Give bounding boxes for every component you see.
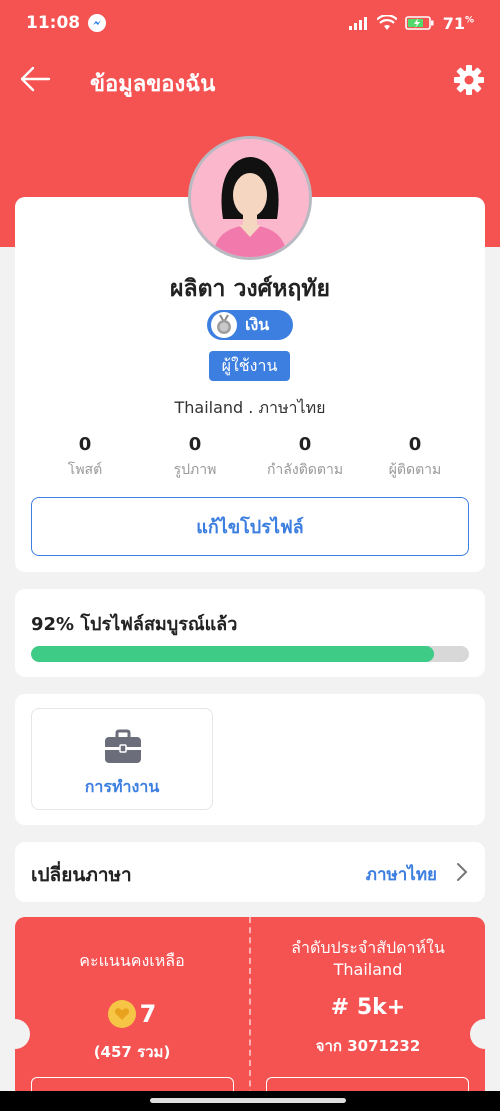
level-badge[interactable]: เงิน	[207, 310, 293, 340]
battery-unit: %	[464, 15, 474, 26]
rank-value: # 5k+	[330, 995, 406, 1020]
user-name: ผลิตา วงศ์หฤทัย	[170, 276, 330, 302]
stat-label: ผู้ติดตาม	[388, 462, 442, 478]
stat-label: โพสต์	[67, 462, 103, 478]
stat-value: 0	[188, 434, 202, 455]
chevron-right-icon	[457, 863, 468, 881]
stat-value: 0	[78, 434, 92, 455]
points-rank-ticket: คะแนนคงเหลือ 7 (457 รวม) ลำดับประจำสัปดา…	[15, 917, 485, 1111]
signal-icon	[348, 17, 367, 30]
stat-value: 0	[408, 434, 422, 455]
edit-profile-button[interactable]: แก้ไขโปรไฟล์	[31, 497, 469, 556]
gear-icon	[454, 65, 484, 95]
status-right: 71%	[348, 14, 474, 33]
stat-label: รูปภาพ	[173, 462, 217, 478]
stat-posts[interactable]: 0 โพสต์	[30, 434, 140, 481]
profile-completion-card: 92% โปรไฟล์สมบูรณ์แล้ว	[15, 589, 485, 677]
language-label: เปลี่ยนภาษา	[31, 864, 132, 886]
stat-value: 0	[298, 434, 312, 455]
status-time: 11:08	[26, 13, 81, 33]
battery-icon	[404, 16, 434, 30]
points-label: คะแนนคงเหลือ	[79, 951, 185, 970]
rank-total: จาก 3071232	[315, 1037, 421, 1055]
rank-section: ลำดับประจำสัปดาห์ใน Thailand # 5k+ จาก 3…	[251, 917, 485, 1111]
completion-progress-bar	[31, 646, 469, 662]
rank-label: ลำดับประจำสัปดาห์ใน Thailand	[291, 938, 445, 979]
level-badge-label: เงิน	[245, 314, 270, 334]
wifi-icon	[376, 15, 397, 30]
language-row[interactable]: เปลี่ยนภาษา ภาษาไทย	[15, 842, 485, 902]
messenger-icon	[88, 14, 107, 32]
work-label: การทำงาน	[84, 777, 160, 796]
coin-icon	[107, 1000, 136, 1028]
profile-stats: 0 โพสต์ 0 รูปภาพ 0 กำลังติดตาม 0 ผู้ติดต…	[30, 434, 470, 481]
back-arrow-icon	[20, 66, 51, 92]
completion-title: 92% โปรไฟล์สมบูรณ์แล้ว	[31, 614, 238, 635]
points-total: (457 รวม)	[93, 1043, 171, 1061]
battery-percent: 71%	[443, 14, 474, 33]
settings-button[interactable]	[452, 63, 486, 97]
avatar-person-icon	[191, 139, 309, 257]
points-value: 7	[139, 1000, 157, 1028]
role-badge: ผู้ใช้งาน	[209, 351, 290, 381]
language-value: ภาษาไทย	[365, 865, 437, 885]
silver-medal-icon	[211, 312, 237, 338]
avatar[interactable]	[188, 136, 312, 260]
status-bar: 11:08 71%	[0, 0, 500, 46]
stat-label: กำลังติดตาม	[266, 462, 344, 478]
work-card: การทำงาน	[15, 694, 485, 825]
back-button[interactable]	[18, 64, 52, 94]
points-row: 7	[15, 1000, 249, 1028]
navigation-bar	[0, 1091, 500, 1111]
stat-photos[interactable]: 0 รูปภาพ	[140, 434, 250, 481]
page-title: ข้อมูลของฉัน	[90, 72, 216, 97]
stat-following[interactable]: 0 กำลังติดตาม	[250, 434, 360, 481]
app-header: ข้อมูลของฉัน	[0, 55, 500, 105]
work-tile[interactable]: การทำงาน	[31, 708, 213, 810]
points-section: คะแนนคงเหลือ 7 (457 รวม)	[15, 917, 249, 1111]
stat-followers[interactable]: 0 ผู้ติดตาม	[360, 434, 470, 481]
home-indicator[interactable]	[150, 1098, 346, 1103]
briefcase-icon	[105, 729, 141, 763]
battery-value: 71	[442, 13, 465, 33]
location-language: Thailand . ภาษาไทย	[174, 398, 326, 417]
completion-progress-fill	[31, 646, 434, 662]
